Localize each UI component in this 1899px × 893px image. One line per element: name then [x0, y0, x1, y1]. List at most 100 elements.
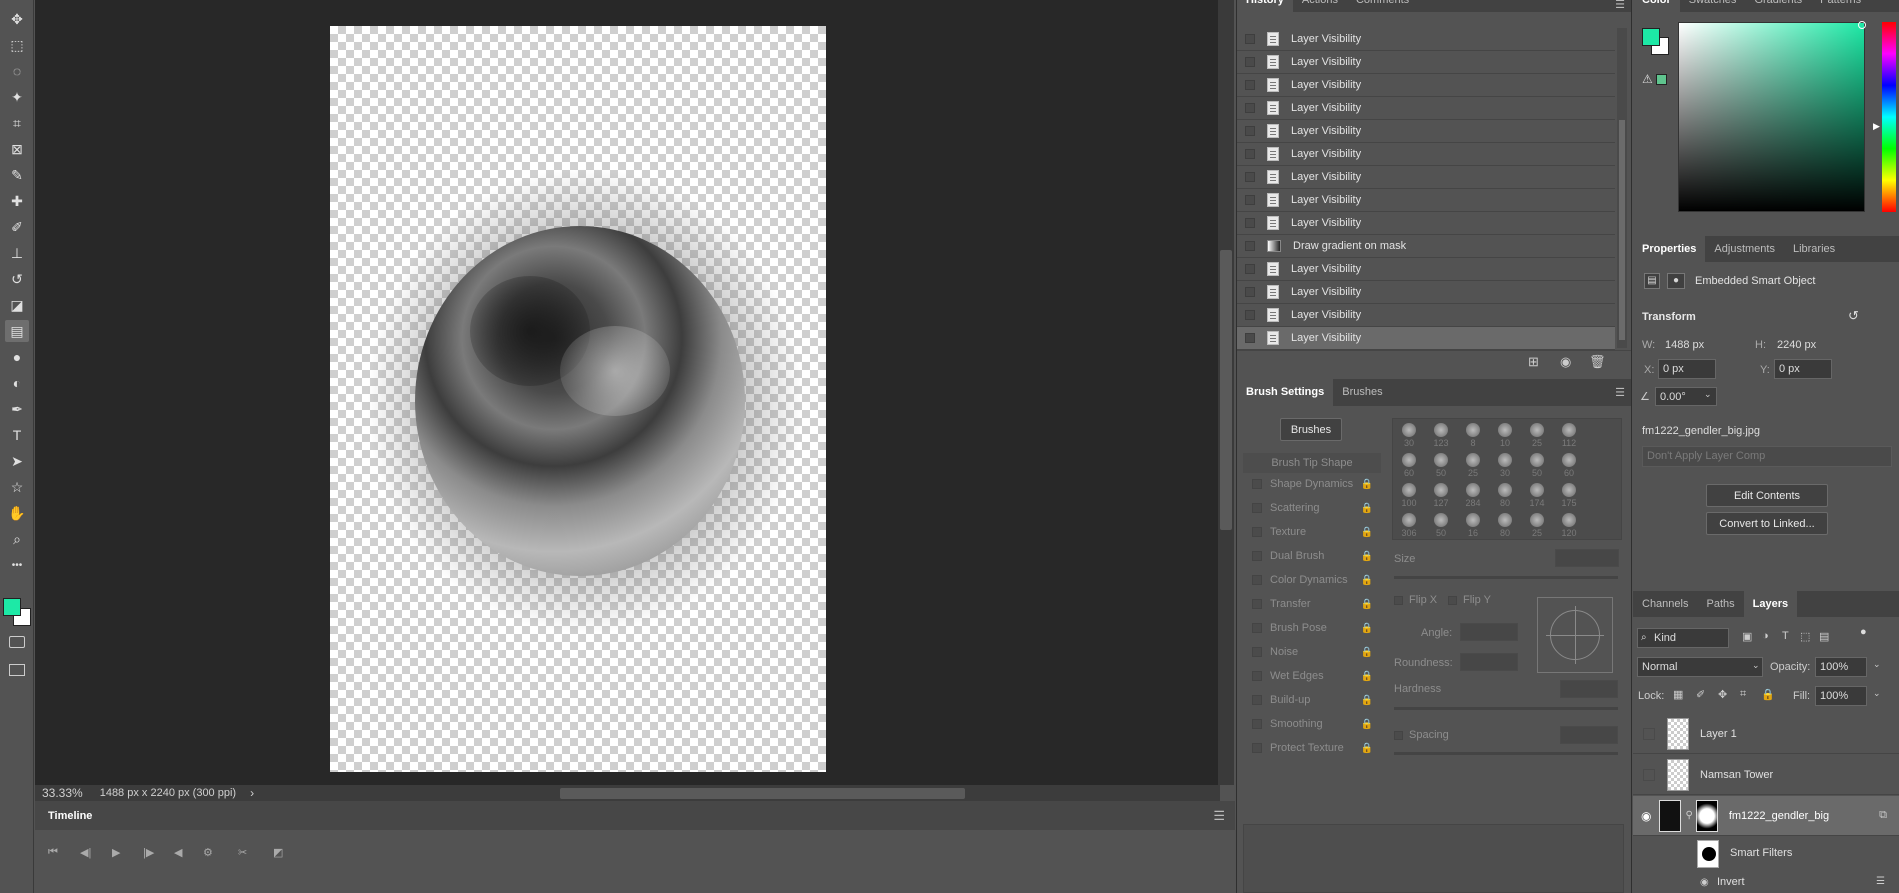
tab-properties[interactable]: Properties — [1633, 236, 1706, 262]
lock-icon[interactable]: 🔒 — [1361, 695, 1373, 706]
lock-icon[interactable]: 🔒 — [1361, 503, 1373, 514]
status-arrow-icon[interactable]: › — [250, 786, 254, 800]
eye-icon[interactable]: ◉ — [1641, 809, 1651, 823]
tab-brush-settings[interactable]: Brush Settings — [1237, 379, 1334, 406]
brush-option-checkbox[interactable] — [1252, 599, 1262, 609]
pen-tool-icon[interactable]: ✒ — [5, 398, 29, 420]
history-source-checkbox[interactable] — [1245, 103, 1255, 113]
type-filter-icon[interactable]: T — [1782, 630, 1789, 642]
lock-icon[interactable]: 🔒 — [1361, 719, 1373, 730]
blend-mode-dropdown-icon[interactable]: ⌄ — [1752, 660, 1760, 671]
brush-preset[interactable]: 306 — [1394, 511, 1424, 541]
lock-all-icon[interactable]: 🔒 — [1761, 688, 1775, 701]
lock-transparent-icon[interactable]: ▦ — [1673, 688, 1683, 701]
history-item[interactable]: Layer Visibility — [1237, 28, 1615, 51]
history-item[interactable]: Layer Visibility — [1237, 74, 1615, 97]
history-item[interactable]: Layer Visibility — [1237, 281, 1615, 304]
history-source-checkbox[interactable] — [1245, 149, 1255, 159]
brush-preset[interactable]: 25 — [1522, 511, 1552, 541]
lock-icon[interactable]: 🔒 — [1361, 479, 1373, 490]
brush-preset[interactable]: 80 — [1490, 481, 1520, 511]
lock-icon[interactable]: 🔒 — [1361, 647, 1373, 658]
brush-preset[interactable]: 50 — [1426, 451, 1456, 481]
lock-artboard-icon[interactable]: ⌗ — [1740, 688, 1746, 701]
history-source-checkbox[interactable] — [1245, 264, 1255, 274]
screen-mode-icon[interactable] — [9, 664, 25, 676]
hardness-slider[interactable] — [1394, 707, 1618, 710]
size-slider[interactable] — [1394, 576, 1618, 579]
blend-mode-select[interactable]: Normal — [1637, 657, 1763, 677]
brush-preset[interactable]: 8 — [1458, 421, 1488, 451]
history-item[interactable]: Layer Visibility — [1237, 51, 1615, 74]
history-source-checkbox[interactable] — [1245, 34, 1255, 44]
vertical-scroll-thumb[interactable] — [1220, 250, 1232, 530]
history-source-checkbox[interactable] — [1245, 172, 1255, 182]
color-foreground-swatch[interactable] — [1642, 28, 1660, 46]
roundness-field[interactable] — [1460, 653, 1518, 671]
brush-option-checkbox[interactable] — [1252, 527, 1262, 537]
brush-option-row[interactable]: Smoothing 🔒 — [1242, 713, 1381, 735]
brush-option-row[interactable]: Transfer 🔒 — [1242, 593, 1381, 615]
marquee-tool-icon[interactable]: ⬚ — [5, 34, 29, 56]
smart-object-filter-icon[interactable]: ▤ — [1819, 630, 1829, 643]
eraser-tool-icon[interactable]: ◪ — [5, 294, 29, 316]
brush-preset[interactable]: 284 — [1458, 481, 1488, 511]
tab-libraries[interactable]: Libraries — [1784, 236, 1844, 262]
history-item[interactable]: Layer Visibility — [1237, 97, 1615, 120]
brush-option-row[interactable]: Shape Dynamics 🔒 — [1242, 473, 1381, 495]
history-item[interactable]: Layer Visibility — [1237, 304, 1615, 327]
angle-field[interactable] — [1460, 623, 1518, 641]
panel-menu-icon[interactable]: ☰ — [1213, 808, 1225, 824]
fill-field[interactable]: 100% — [1815, 686, 1867, 706]
brush-option-checkbox[interactable] — [1252, 623, 1262, 633]
brush-preset[interactable]: 30 — [1394, 421, 1424, 451]
shape-filter-icon[interactable]: ⬚ — [1800, 630, 1810, 643]
dodge-tool-icon[interactable]: ◐ — [5, 372, 29, 394]
healing-brush-tool-icon[interactable]: ✚ — [5, 190, 29, 212]
tab-adjustments[interactable]: Adjustments — [1705, 236, 1784, 262]
reset-transform-icon[interactable]: ↺ — [1848, 308, 1859, 324]
brush-preset[interactable]: 100 — [1394, 481, 1424, 511]
history-source-checkbox[interactable] — [1245, 310, 1255, 320]
lock-icon[interactable]: 🔒 — [1361, 671, 1373, 682]
lasso-tool-icon[interactable]: ◌ — [5, 60, 29, 82]
adjustment-filter-icon[interactable]: ◑ — [1762, 630, 1769, 642]
x-field[interactable]: 0 px — [1658, 359, 1716, 379]
brush-option-checkbox[interactable] — [1252, 695, 1262, 705]
brush-preset[interactable]: 175 — [1554, 481, 1584, 511]
brush-preset[interactable]: 80 — [1490, 511, 1520, 541]
hue-slider[interactable] — [1882, 22, 1896, 212]
history-item[interactable]: Layer Visibility — [1237, 258, 1615, 281]
first-frame-icon[interactable]: ⏮ — [48, 846, 58, 859]
lock-position-icon[interactable]: ✥ — [1718, 688, 1727, 701]
lock-icon[interactable]: 🔒 — [1361, 527, 1373, 538]
brush-option-checkbox[interactable] — [1252, 551, 1262, 561]
pixel-filter-icon[interactable]: ▣ — [1742, 630, 1752, 643]
flip-x-checkbox[interactable] — [1394, 596, 1403, 605]
angle-dropdown-icon[interactable]: ⌄ — [1704, 389, 1712, 400]
history-source-checkbox[interactable] — [1245, 195, 1255, 205]
brush-preset[interactable]: 112 — [1554, 421, 1584, 451]
lock-icon[interactable]: 🔒 — [1361, 623, 1373, 634]
brush-tool-icon[interactable]: ✐ — [5, 216, 29, 238]
crop-tool-icon[interactable]: ⌗ — [5, 112, 29, 134]
previous-frame-icon[interactable]: ◀| — [80, 846, 91, 859]
brush-preset[interactable]: 10 — [1490, 421, 1520, 451]
history-item[interactable]: Layer Visibility — [1237, 166, 1615, 189]
hand-tool-icon[interactable]: ✋ — [5, 502, 29, 524]
tab-patterns[interactable]: Patterns — [1811, 0, 1870, 12]
transition-icon[interactable]: ◩ — [273, 846, 283, 859]
history-source-checkbox[interactable] — [1245, 126, 1255, 136]
brush-option-row[interactable]: Dual Brush 🔒 — [1242, 545, 1381, 567]
history-item[interactable]: Layer Visibility — [1237, 120, 1615, 143]
brush-option-row[interactable]: Color Dynamics 🔒 — [1242, 569, 1381, 591]
layer-row-namsan-tower[interactable]: Namsan Tower — [1633, 755, 1899, 795]
history-source-checkbox[interactable] — [1245, 57, 1255, 67]
zoom-level[interactable]: 33.33% — [42, 786, 83, 800]
brush-option-row[interactable]: Wet Edges 🔒 — [1242, 665, 1381, 687]
frame-tool-icon[interactable]: ⊠ — [5, 138, 29, 160]
tab-swatches[interactable]: Swatches — [1680, 0, 1746, 12]
more-tools-icon[interactable]: ••• — [5, 554, 29, 576]
brush-preset[interactable]: 123 — [1426, 421, 1456, 451]
layer-comp-select[interactable]: Don't Apply Layer Comp — [1642, 446, 1892, 467]
